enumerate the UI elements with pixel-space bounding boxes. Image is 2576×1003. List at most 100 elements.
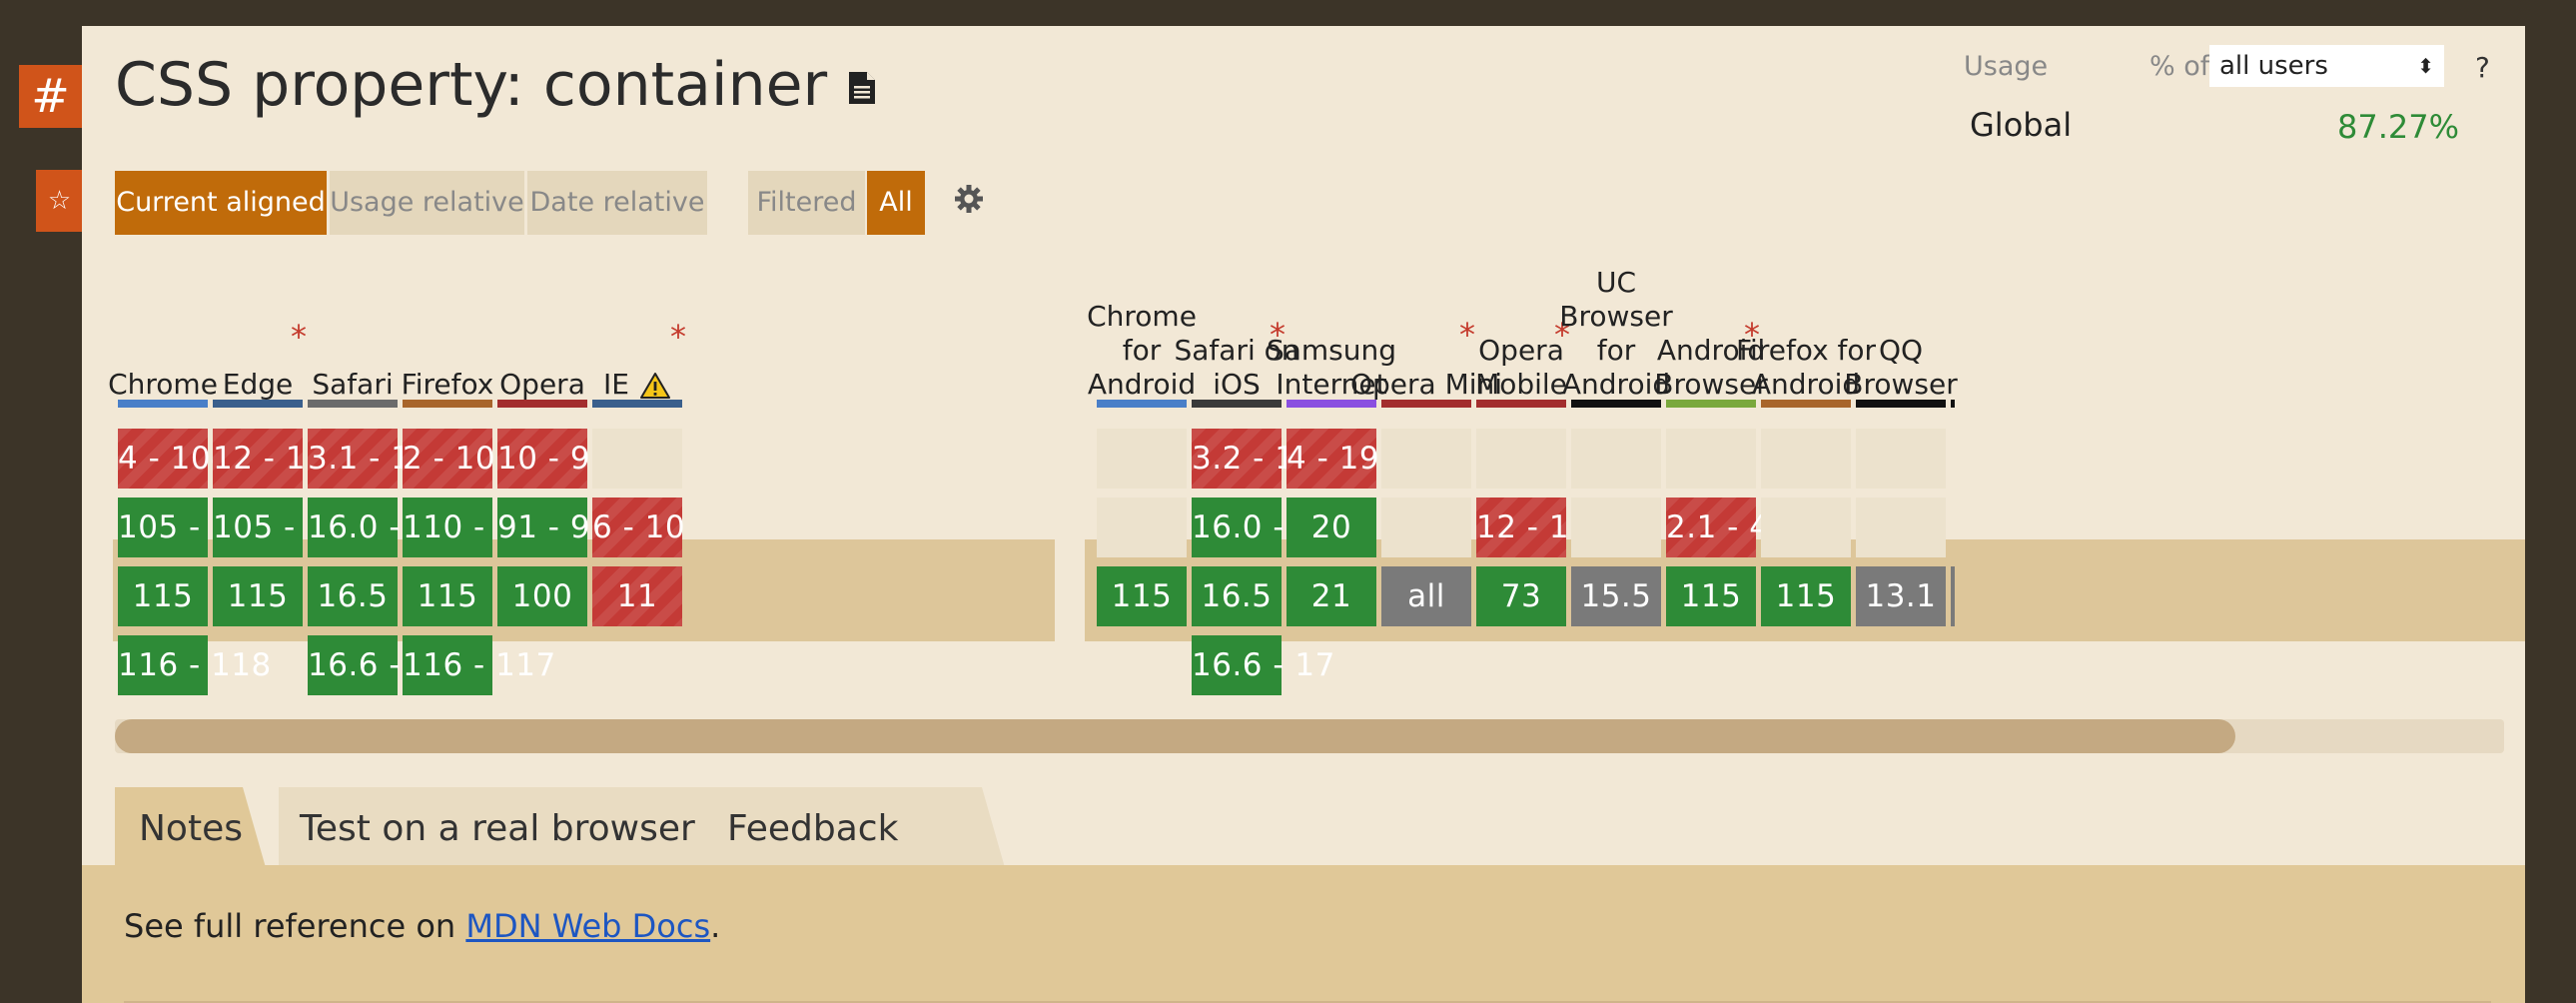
percent-of-label: % of bbox=[2149, 51, 2210, 82]
browser-name: Chrome bbox=[108, 368, 218, 402]
support-cell bbox=[1476, 429, 1566, 489]
support-cell[interactable]: all bbox=[1381, 566, 1471, 626]
usage-help-link[interactable]: ? bbox=[2475, 51, 2490, 84]
support-cell[interactable]: 73 bbox=[1476, 566, 1566, 626]
browser-color-bar bbox=[1666, 400, 1756, 408]
support-cell[interactable]: 115 bbox=[1666, 566, 1756, 626]
support-cell[interactable]: 2 - 109 bbox=[403, 429, 515, 489]
support-cell bbox=[1856, 498, 1946, 557]
notes-suffix: . bbox=[710, 907, 721, 945]
document-icon[interactable] bbox=[849, 72, 876, 105]
support-cell[interactable]: 115 bbox=[118, 566, 208, 626]
warning-icon bbox=[639, 373, 670, 399]
all-button[interactable]: All bbox=[867, 171, 925, 235]
support-cell[interactable]: 16.0 - 16.4 bbox=[1192, 498, 1365, 557]
browser-color-bar bbox=[592, 400, 682, 408]
browser-name-line: Chrome bbox=[1087, 300, 1197, 333]
support-cell[interactable]: 12 - 12.1 bbox=[1476, 498, 1619, 557]
browser-name: Firefox bbox=[400, 368, 495, 402]
browser-name: Edge bbox=[210, 368, 306, 402]
browser-name-line: Samsung bbox=[1266, 334, 1397, 367]
anchor-hash-button[interactable]: # bbox=[19, 65, 82, 128]
support-cell bbox=[1097, 498, 1187, 557]
tab-notes[interactable]: Notes bbox=[115, 787, 267, 871]
browser-color-bar bbox=[497, 400, 587, 408]
browser-color-bar bbox=[1097, 400, 1187, 408]
support-cell[interactable]: 115 bbox=[213, 566, 303, 626]
support-cell[interactable]: 115 bbox=[1097, 566, 1187, 626]
support-cell[interactable]: 4 - 104 bbox=[118, 429, 231, 489]
browser-name: Opera Mini bbox=[1350, 368, 1502, 402]
support-cell[interactable]: 11 bbox=[592, 566, 682, 626]
browser-name-line: Opera bbox=[1478, 334, 1564, 367]
support-cell[interactable]: 2.1 - 4.4.4 bbox=[1666, 498, 1830, 557]
browser-name-line: Safari bbox=[312, 368, 394, 401]
browser-name-line: Firefox bbox=[401, 368, 494, 401]
filtered-button[interactable]: Filtered bbox=[748, 171, 865, 235]
support-cell[interactable]: 105 - 114 bbox=[213, 498, 366, 557]
support-cell[interactable]: 3.1 - 15.6 bbox=[308, 429, 461, 489]
browser-header: Firefox for Android bbox=[1736, 256, 1876, 414]
usage-relative-button[interactable]: Usage relative bbox=[330, 171, 524, 235]
date-relative-button[interactable]: Date relative bbox=[527, 171, 707, 235]
usage-scope-select[interactable]: all users ⬍ bbox=[2209, 45, 2444, 87]
star-button[interactable]: ☆ bbox=[36, 170, 83, 232]
tab-test-real-browser[interactable]: Test on a real browser bbox=[279, 787, 740, 871]
browser-name-line: for bbox=[1596, 334, 1636, 367]
notes-panel: See full reference on MDN Web Docs. bbox=[82, 865, 2525, 1003]
support-cell[interactable]: 21 bbox=[1287, 566, 1376, 626]
current-aligned-button[interactable]: Current aligned bbox=[115, 171, 327, 235]
support-cell[interactable]: 10 - 90 bbox=[497, 429, 610, 489]
support-cell[interactable]: 115 bbox=[1761, 566, 1851, 626]
browser-name-line: for bbox=[1122, 334, 1162, 367]
support-cell[interactable]: 6 - 10 bbox=[592, 498, 685, 557]
support-cell bbox=[1761, 498, 1851, 557]
browser-name-line: Mobile bbox=[1475, 368, 1567, 401]
browser-name: Opera bbox=[494, 368, 590, 402]
browser-name-line: UC bbox=[1595, 266, 1637, 299]
support-cell bbox=[1381, 429, 1471, 489]
browser-name-line: Browser bbox=[1654, 368, 1768, 401]
support-cell[interactable]: 3.2 - 15.6 bbox=[1192, 429, 1345, 489]
support-cell[interactable]: 110 - 114 bbox=[403, 498, 555, 557]
mdn-link[interactable]: MDN Web Docs bbox=[465, 907, 710, 945]
support-cell[interactable]: 115 bbox=[403, 566, 492, 626]
browser-header: UC Browser for Android bbox=[1559, 256, 1672, 414]
browser-name: Firefox for Android bbox=[1736, 334, 1876, 402]
feature-panel: CSS property: container Usage % of all u… bbox=[82, 26, 2525, 1003]
table-scrollbar-thumb[interactable] bbox=[115, 719, 2235, 753]
browser-name-line: iOS bbox=[1213, 368, 1261, 401]
support-cell[interactable]: 16.5 bbox=[1192, 566, 1282, 626]
support-cell[interactable]: 16.6 - TP bbox=[308, 635, 449, 695]
support-cell[interactable]: 116 - 118 bbox=[118, 635, 271, 695]
support-cell bbox=[592, 429, 682, 489]
tab-feedback[interactable]: Feedback bbox=[702, 787, 1006, 871]
support-cell bbox=[1761, 429, 1851, 489]
browser-header: Opera bbox=[494, 256, 590, 414]
browser-color-bar bbox=[1381, 400, 1471, 408]
browser-name-line: IE bbox=[603, 368, 671, 402]
support-cell[interactable]: 91 - 99 bbox=[497, 498, 610, 557]
browser-color-bar bbox=[1951, 400, 1955, 408]
support-cell[interactable]: 16.0 - 16.4 bbox=[308, 498, 481, 557]
browser-name: QQ Browser bbox=[1844, 334, 1957, 402]
browser-color-bar bbox=[403, 400, 492, 408]
tab-test-label: Test on a real browser bbox=[300, 808, 695, 849]
support-cell[interactable]: 4 - 19.0 bbox=[1287, 429, 1409, 489]
support-cell bbox=[1571, 429, 1661, 489]
support-cell[interactable]: 116 - 117 bbox=[403, 635, 555, 695]
support-cell[interactable]: 20 bbox=[1287, 498, 1376, 557]
browser-color-bar bbox=[1571, 400, 1661, 408]
support-cell[interactable]: 15.5 bbox=[1571, 566, 1661, 626]
support-cell[interactable]: 100 bbox=[497, 566, 587, 626]
support-cell bbox=[1097, 429, 1187, 489]
support-cell[interactable]: 16.6 - 17 bbox=[1192, 635, 1334, 695]
support-cell[interactable]: 12 - 104 bbox=[213, 429, 346, 489]
support-cell[interactable]: 105 - 114 bbox=[118, 498, 271, 557]
support-cell[interactable]: 13.1 bbox=[1856, 566, 1946, 626]
support-cell bbox=[1856, 429, 1946, 489]
gear-icon[interactable] bbox=[954, 184, 984, 214]
browser-name: IE bbox=[589, 368, 685, 402]
page-title: CSS property: container bbox=[115, 50, 876, 120]
support-cell[interactable]: 16.5 bbox=[308, 566, 398, 626]
